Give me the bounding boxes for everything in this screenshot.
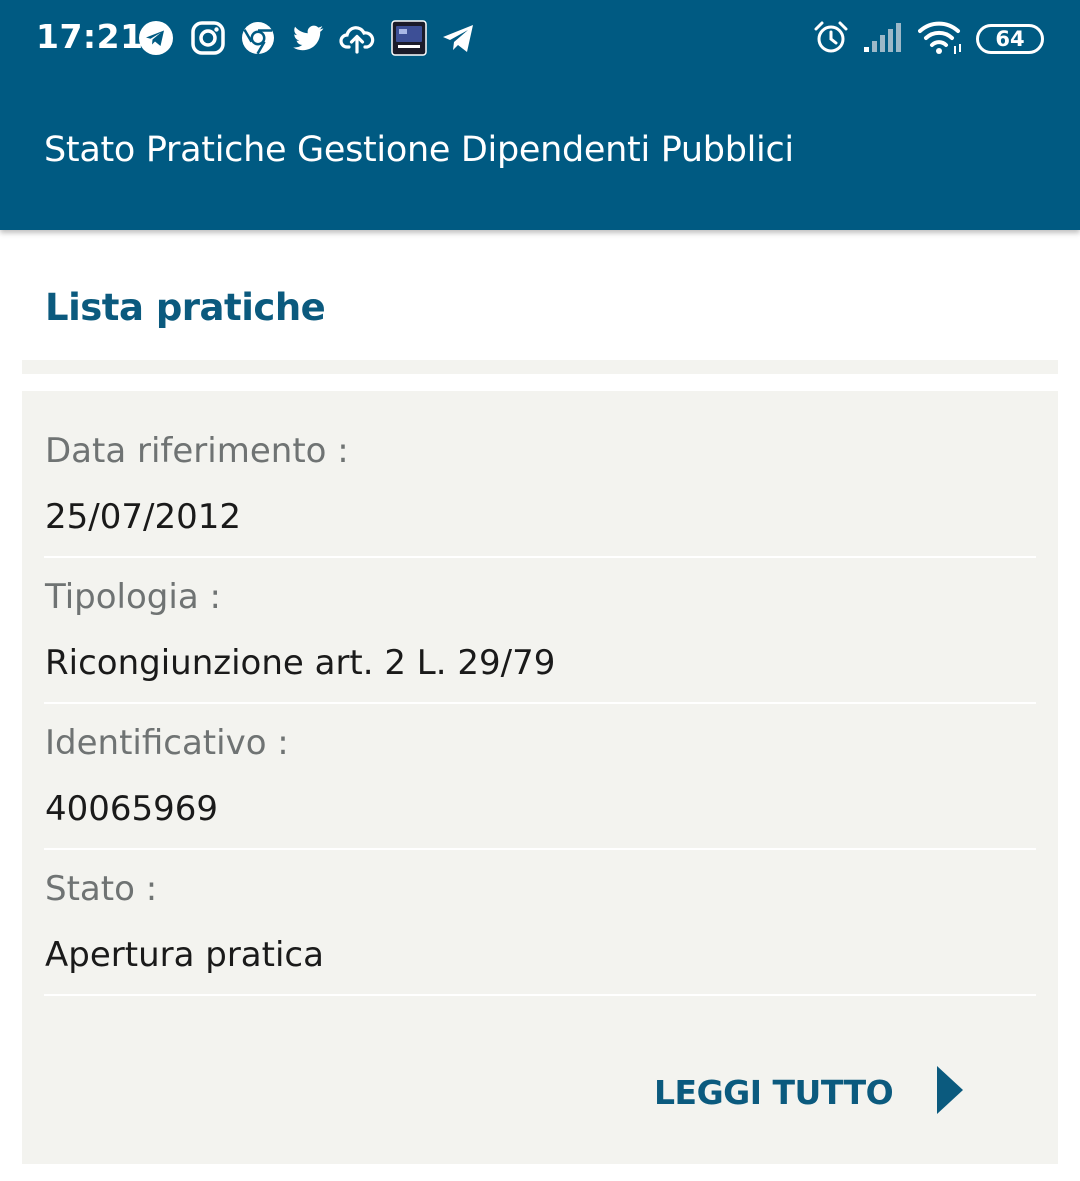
telegram-plane-icon bbox=[443, 25, 473, 52]
type-value: Ricongiunzione art. 2 L. 29/79 bbox=[45, 643, 556, 683]
instagram-icon bbox=[191, 21, 225, 55]
wifi-icon bbox=[918, 21, 961, 54]
practice-card: Data riferimento : 25/07/2012 Tipologia … bbox=[22, 391, 1058, 1164]
identifier-label: Identificativo : bbox=[45, 723, 289, 763]
chrome-icon bbox=[242, 22, 274, 55]
list-top-divider bbox=[22, 360, 1058, 374]
app-title: Stato Pratiche Gestione Dipendenti Pubbl… bbox=[44, 130, 794, 170]
telegram-icon bbox=[139, 21, 173, 55]
signal-icon bbox=[864, 23, 901, 52]
status-bar: 17:21 64 bbox=[0, 0, 1080, 78]
type-label: Tipologia : bbox=[45, 577, 221, 617]
cloud-upload-icon bbox=[339, 26, 375, 54]
status-label: Stato : bbox=[45, 869, 158, 909]
read-more-label: LEGGI TUTTO bbox=[654, 1073, 894, 1112]
alarm-icon bbox=[814, 21, 848, 53]
status-time: 17:21 bbox=[36, 17, 144, 56]
battery-level: 64 bbox=[995, 26, 1025, 51]
twitter-icon bbox=[293, 25, 324, 51]
reference-date-label: Data riferimento : bbox=[45, 431, 349, 471]
app-header: 17:21 64 Stato Pratiche Gestione Dipende… bbox=[0, 0, 1080, 230]
field-divider bbox=[44, 702, 1036, 704]
panasonic-app-icon bbox=[391, 20, 427, 56]
field-divider bbox=[44, 994, 1036, 996]
read-more-button[interactable]: LEGGI TUTTO bbox=[654, 1066, 974, 1117]
page-title: Lista pratiche bbox=[45, 286, 326, 329]
reference-date-value: 25/07/2012 bbox=[45, 497, 241, 537]
chevron-right-icon bbox=[937, 1066, 963, 1114]
battery-icon: 64 bbox=[976, 24, 1044, 54]
field-divider bbox=[44, 848, 1036, 850]
field-divider bbox=[44, 556, 1036, 558]
status-value: Apertura pratica bbox=[45, 935, 324, 975]
identifier-value: 40065969 bbox=[45, 789, 219, 829]
